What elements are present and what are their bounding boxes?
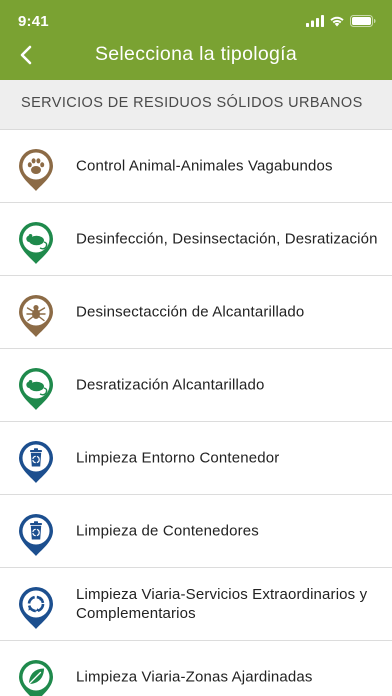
list-item[interactable]: Desratización Alcantarillado xyxy=(0,349,392,422)
list-item[interactable]: Desinsectacción de Alcantarillado xyxy=(0,276,392,349)
page-title: Selecciona la tipología xyxy=(94,43,298,65)
rat-icon xyxy=(19,368,53,410)
list-item[interactable]: Limpieza Viaria-Zonas Ajardinadas xyxy=(0,641,392,696)
signal-icon xyxy=(306,15,324,27)
list-item[interactable]: Limpieza Viaria-Servicios Extraordinario… xyxy=(0,568,392,641)
list-item-label: Desinfección, Desinsectación, Desratizac… xyxy=(76,230,378,248)
paw-icon xyxy=(19,149,53,191)
list-item-label: Control Animal-Animales Vagabundos xyxy=(76,157,333,175)
list-item-label: Desinsectacción de Alcantarillado xyxy=(76,303,305,321)
recycle-bin-icon xyxy=(19,514,53,556)
list-item-label: Limpieza Viaria-Servicios Extraordinario… xyxy=(76,586,368,622)
section-header: SERVICIOS DE RESIDUOS SÓLIDOS URBANOS xyxy=(0,80,392,130)
list-item-label: Limpieza Viaria-Zonas Ajardinadas xyxy=(76,668,313,686)
status-time: 9:41 xyxy=(18,13,49,30)
status-bar: 9:41 xyxy=(0,0,392,40)
list-item-label: Limpieza Entorno Contenedor xyxy=(76,449,280,467)
status-icons xyxy=(306,14,376,28)
battery-icon xyxy=(350,15,376,27)
list-item-label: Limpieza de Contenedores xyxy=(76,522,259,540)
typology-list: Control Animal-Animales Vagabundos Desin… xyxy=(0,130,392,696)
bug-icon xyxy=(19,295,53,337)
leaf-icon xyxy=(19,660,53,696)
wifi-icon xyxy=(330,16,344,27)
list-item-label: Desratización Alcantarillado xyxy=(76,376,265,394)
list-item[interactable]: Control Animal-Animales Vagabundos xyxy=(0,130,392,203)
rat-icon xyxy=(19,222,53,264)
recycle-icon xyxy=(19,587,53,629)
nav-bar: Selecciona la tipología xyxy=(0,38,392,76)
list-item[interactable]: Limpieza Entorno Contenedor xyxy=(0,422,392,495)
list-item[interactable]: Limpieza de Contenedores xyxy=(0,495,392,568)
recycle-bin-icon xyxy=(19,441,53,483)
section-title: SERVICIOS DE RESIDUOS SÓLIDOS URBANOS xyxy=(21,95,363,111)
app-header: 9:41 Selecciona la tipología xyxy=(0,0,392,80)
list-item[interactable]: Desinfección, Desinsectación, Desratizac… xyxy=(0,203,392,276)
